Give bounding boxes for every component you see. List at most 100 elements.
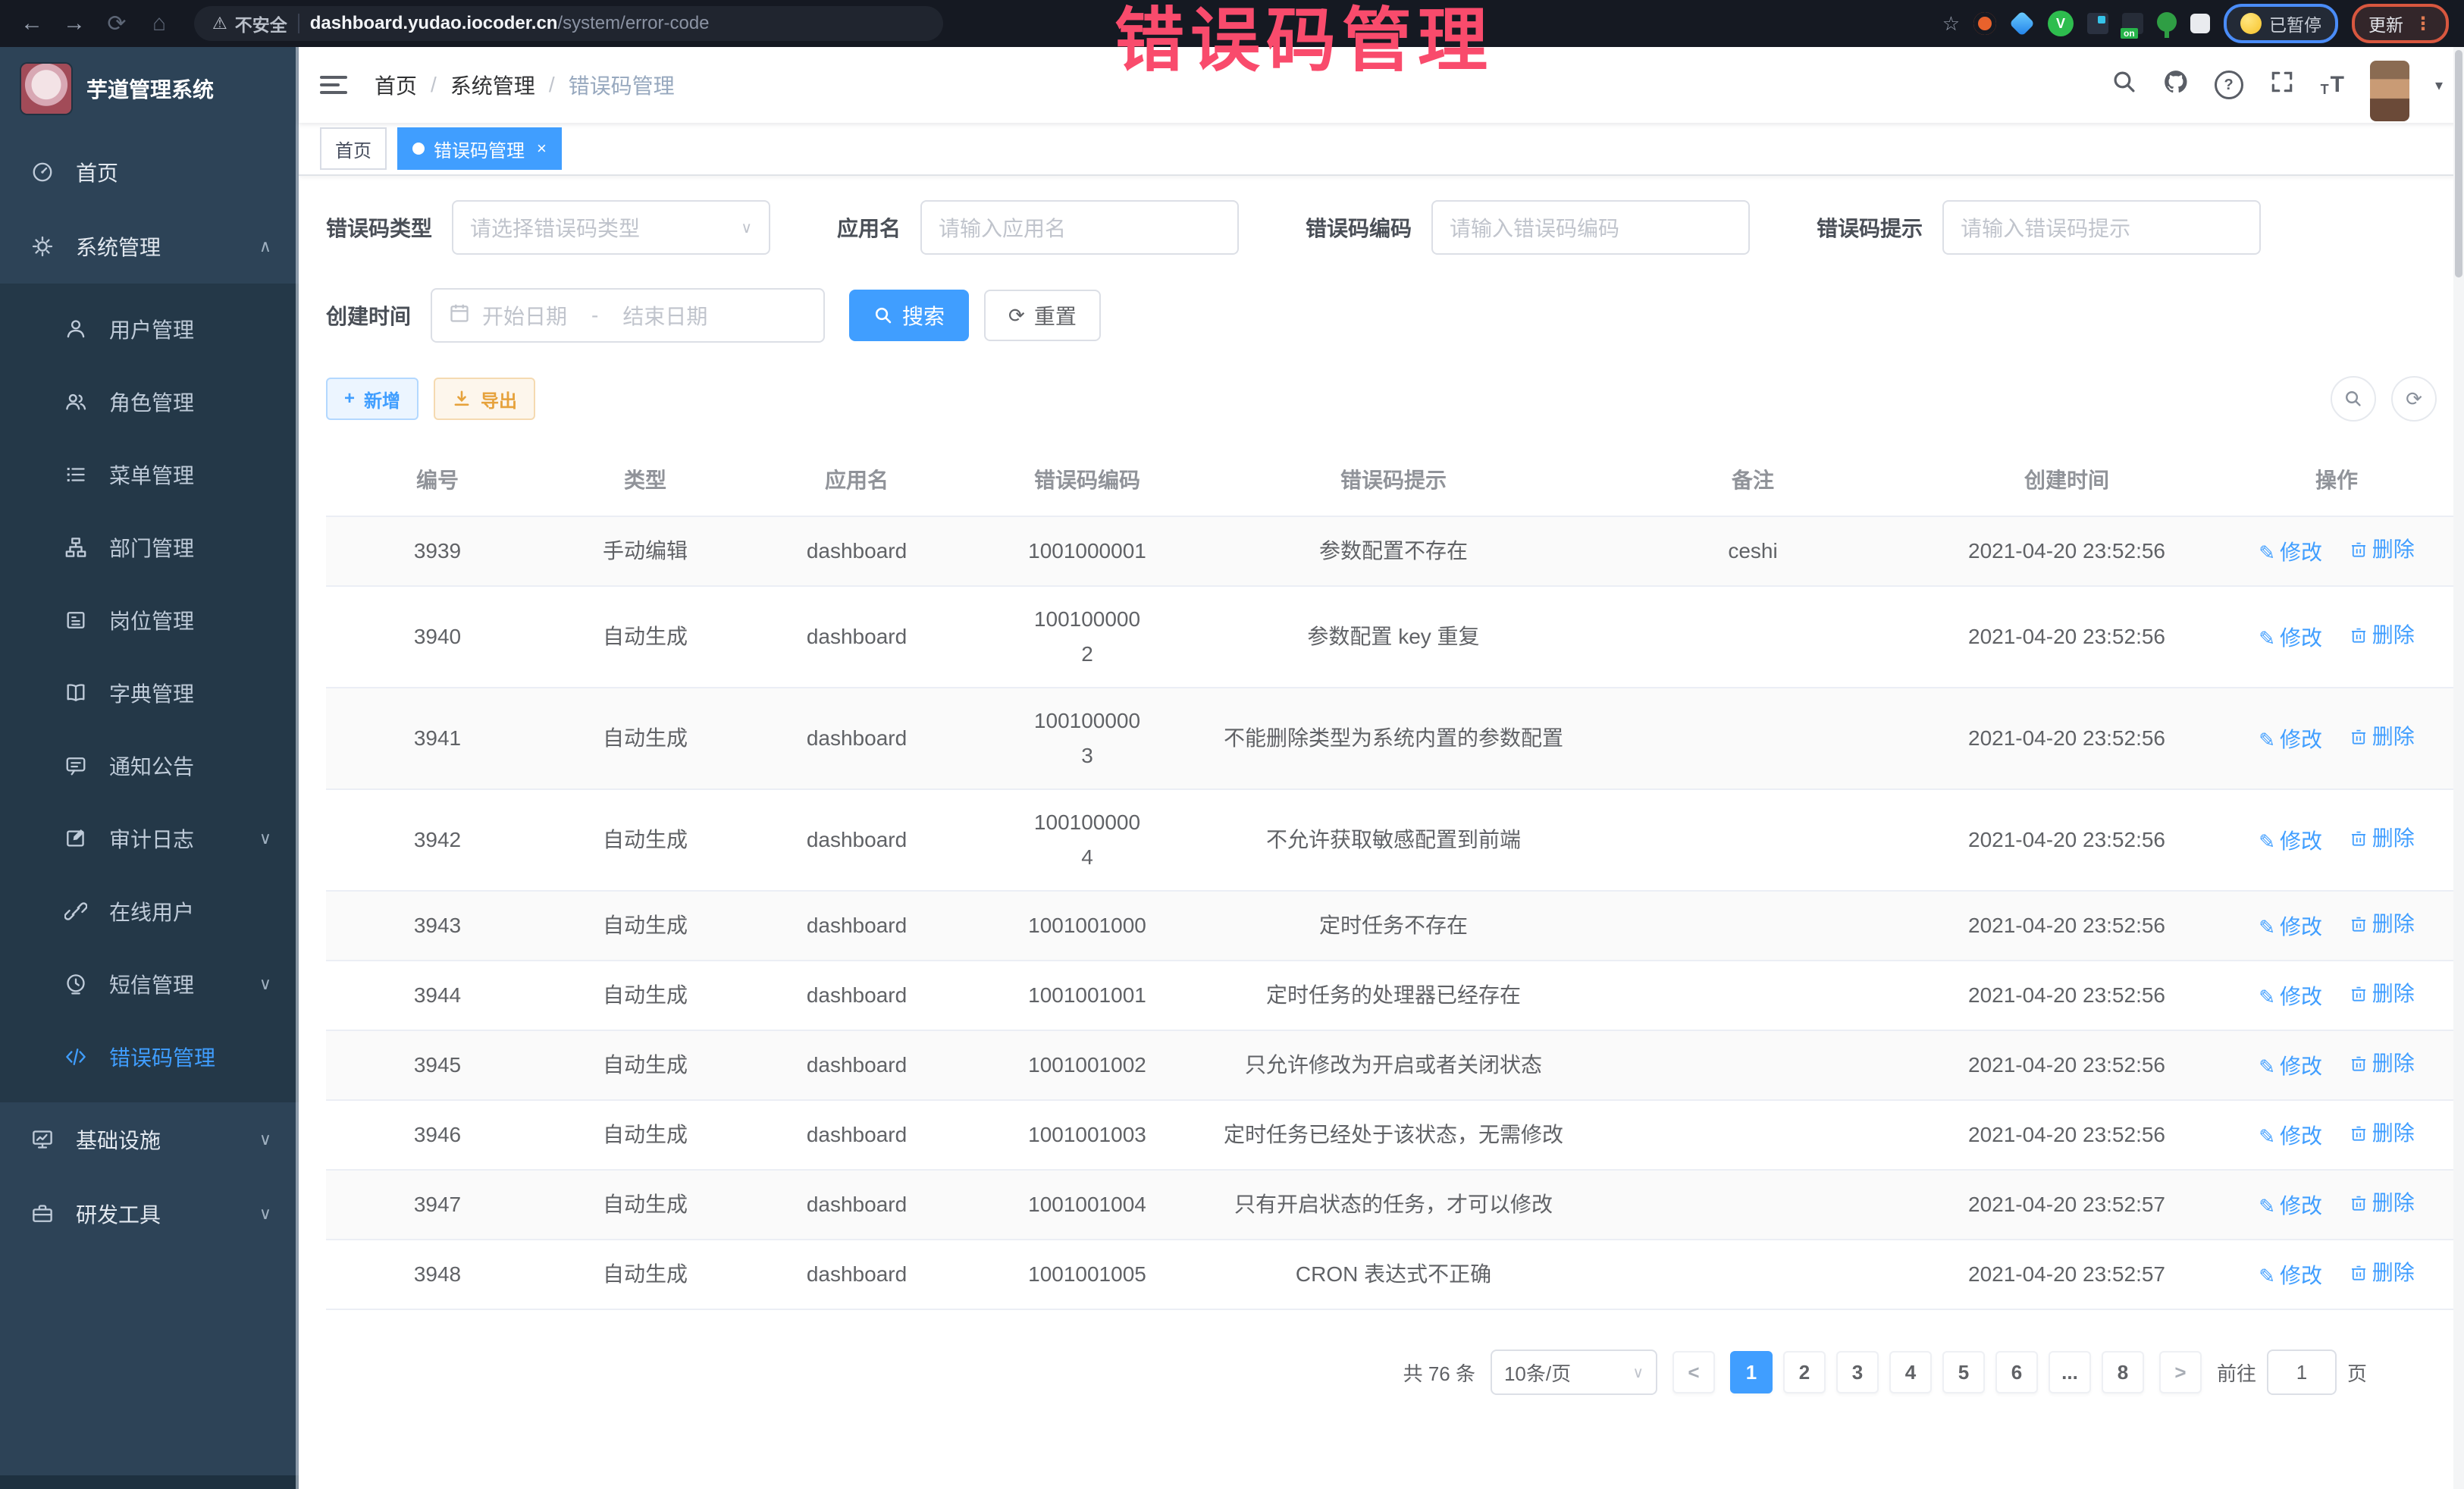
refresh-table-button[interactable]: ⟳ — [2391, 376, 2437, 422]
sidebar-item-error-code[interactable]: 错误码管理 — [0, 1020, 299, 1093]
breadcrumb-system[interactable]: 系统管理 — [450, 70, 535, 100]
close-icon[interactable]: × — [537, 139, 547, 158]
delete-link[interactable]: 删除 — [2350, 1046, 2415, 1081]
edit-link[interactable]: ✎ 修改 — [2259, 1119, 2322, 1154]
error-type-select[interactable]: 请选择错误码类型 ∨ — [452, 200, 770, 255]
sidebar-item-menus[interactable]: 菜单管理 — [0, 438, 299, 511]
tag-error-code[interactable]: 错误码管理 × — [397, 127, 562, 170]
sidebar-item-roles[interactable]: 角色管理 — [0, 365, 299, 438]
tag-home[interactable]: 首页 — [320, 127, 387, 170]
page-number-button[interactable]: 8 — [2102, 1351, 2144, 1393]
app-logo-row[interactable]: 芋道管理系统 — [0, 47, 299, 129]
edit-link[interactable]: ✎ 修改 — [2259, 1189, 2322, 1224]
extension-v-icon[interactable]: V — [2048, 11, 2074, 36]
page-scrollbar[interactable] — [2453, 47, 2464, 1489]
sidebar-item-notices[interactable]: 通知公告 — [0, 729, 299, 802]
page-number-button[interactable]: 5 — [1942, 1351, 1985, 1393]
app-name-input[interactable]: 请输入应用名 — [920, 200, 1239, 255]
search-button[interactable]: 搜索 — [849, 290, 969, 341]
date-range-picker[interactable]: 开始日期 - 结束日期 — [431, 288, 825, 343]
trash-icon — [2350, 914, 2368, 934]
browser-menu-kebab-icon[interactable]: ⋮ — [2414, 13, 2432, 35]
delete-link[interactable]: 删除 — [2350, 907, 2415, 942]
sidebar-item-users[interactable]: 用户管理 — [0, 293, 299, 365]
edit-link[interactable]: ✎ 修改 — [2259, 535, 2322, 570]
browser-back-button[interactable]: ← — [15, 7, 49, 40]
edit-link[interactable]: ✎ 修改 — [2259, 980, 2322, 1014]
delete-link[interactable]: 删除 — [2350, 1186, 2415, 1221]
sidebar-item-posts[interactable]: 岗位管理 — [0, 584, 299, 657]
export-button[interactable]: 导出 — [434, 378, 535, 420]
error-code-input[interactable]: 请输入错误码编码 — [1431, 200, 1750, 255]
sidebar-collapse-bar[interactable] — [0, 1475, 299, 1489]
delete-link[interactable]: 删除 — [2350, 719, 2415, 754]
browser-home-button[interactable]: ⌂ — [143, 7, 176, 40]
github-icon[interactable] — [2163, 69, 2189, 101]
page-number-button[interactable]: 6 — [1995, 1351, 2038, 1393]
fullscreen-icon[interactable] — [2269, 69, 2295, 101]
browser-reload-button[interactable]: ⟳ — [100, 7, 133, 40]
extension-key-icon[interactable] — [2157, 12, 2177, 32]
extensions-puzzle-icon[interactable] — [2190, 14, 2210, 33]
profile-paused-pill[interactable]: 已暂停 — [2224, 4, 2338, 43]
sidebar-item-online-users[interactable]: 在线用户 — [0, 875, 299, 948]
goto-page-input[interactable]: 1 — [2267, 1350, 2337, 1395]
delete-link[interactable]: 删除 — [2350, 618, 2415, 653]
search-icon[interactable] — [2111, 69, 2137, 101]
page-number-button[interactable]: 2 — [1783, 1351, 1826, 1393]
hamburger-icon[interactable] — [320, 70, 350, 100]
sidebar-item-departments[interactable]: 部门管理 — [0, 511, 299, 584]
delete-link[interactable]: 删除 — [2350, 1116, 2415, 1151]
show-search-toggle-button[interactable] — [2331, 376, 2376, 422]
add-button[interactable]: + 新增 — [326, 378, 419, 420]
sidebar-item-dev-tools[interactable]: 研发工具 ∨ — [0, 1177, 299, 1251]
page-number-button[interactable]: 3 — [1836, 1351, 1879, 1393]
delete-link[interactable]: 删除 — [2350, 821, 2415, 856]
prev-page-button[interactable]: < — [1672, 1351, 1715, 1393]
sidebar-item-sms[interactable]: 短信管理 ∨ — [0, 948, 299, 1020]
page-url[interactable]: dashboard.yudao.iocoder.cn/system/error-… — [310, 13, 710, 34]
error-msg-input[interactable]: 请输入错误码提示 — [1942, 200, 2261, 255]
browser-update-pill[interactable]: 更新 ⋮ — [2352, 4, 2449, 43]
reset-button[interactable]: ⟳ 重置 — [984, 290, 1101, 341]
delete-link[interactable]: 删除 — [2350, 1255, 2415, 1290]
next-page-button[interactable]: > — [2159, 1351, 2202, 1393]
extension-switch-icon[interactable] — [2122, 13, 2143, 34]
active-dot — [412, 143, 425, 155]
breadcrumb-home[interactable]: 首页 — [375, 70, 417, 100]
extension-gem-icon[interactable] — [2009, 11, 2035, 36]
bookmark-star-icon[interactable]: ☆ — [1942, 12, 1960, 36]
edit-link[interactable]: ✎ 修改 — [2259, 723, 2322, 757]
edit-link[interactable]: ✎ 修改 — [2259, 1259, 2322, 1293]
page-size-select[interactable]: 10条/页 ∨ — [1491, 1350, 1657, 1395]
extension-grid-icon[interactable] — [2087, 13, 2108, 34]
delete-link[interactable]: 删除 — [2350, 532, 2415, 567]
edit-link[interactable]: ✎ 修改 — [2259, 910, 2322, 945]
cell-operations: ✎ 修改 删除 — [2212, 1240, 2461, 1309]
sidebar-item-system[interactable]: 系统管理 ∧ — [0, 209, 299, 284]
help-icon[interactable]: ? — [2215, 71, 2243, 99]
scrollbar-thumb[interactable] — [2455, 50, 2462, 277]
trash-icon — [2350, 1193, 2368, 1213]
sidebar-item-dict[interactable]: 字典管理 — [0, 657, 299, 729]
browser-forward-button[interactable]: → — [58, 7, 91, 40]
address-bar[interactable]: ⚠ 不安全 dashboard.yudao.iocoder.cn/system/… — [194, 6, 943, 41]
delete-link[interactable]: 删除 — [2350, 976, 2415, 1011]
toolbox-icon — [30, 1202, 55, 1226]
font-size-icon[interactable]: TT — [2321, 72, 2344, 98]
sidebar-item-home[interactable]: 首页 — [0, 135, 299, 209]
sidebar-item-infrastructure[interactable]: 基础设施 ∨ — [0, 1102, 299, 1177]
page-number-button[interactable]: 4 — [1889, 1351, 1932, 1393]
edit-link[interactable]: ✎ 修改 — [2259, 824, 2322, 859]
page-number-button[interactable]: 1 — [1730, 1351, 1773, 1393]
pencil-icon: ✎ — [2259, 824, 2275, 859]
cell-operations: ✎ 修改 删除 — [2212, 1170, 2461, 1240]
edit-link[interactable]: ✎ 修改 — [2259, 621, 2322, 656]
page-number-button[interactable]: ... — [2049, 1351, 2091, 1393]
sidebar-item-audit-log[interactable]: 审计日志 ∨ — [0, 802, 299, 875]
caret-down-icon[interactable]: ▾ — [2435, 76, 2443, 95]
extension-ublock-icon[interactable] — [1973, 12, 1996, 35]
security-status[interactable]: ⚠ 不安全 — [212, 11, 287, 36]
edit-link[interactable]: ✎ 修改 — [2259, 1049, 2322, 1084]
user-avatar[interactable] — [2370, 61, 2409, 121]
